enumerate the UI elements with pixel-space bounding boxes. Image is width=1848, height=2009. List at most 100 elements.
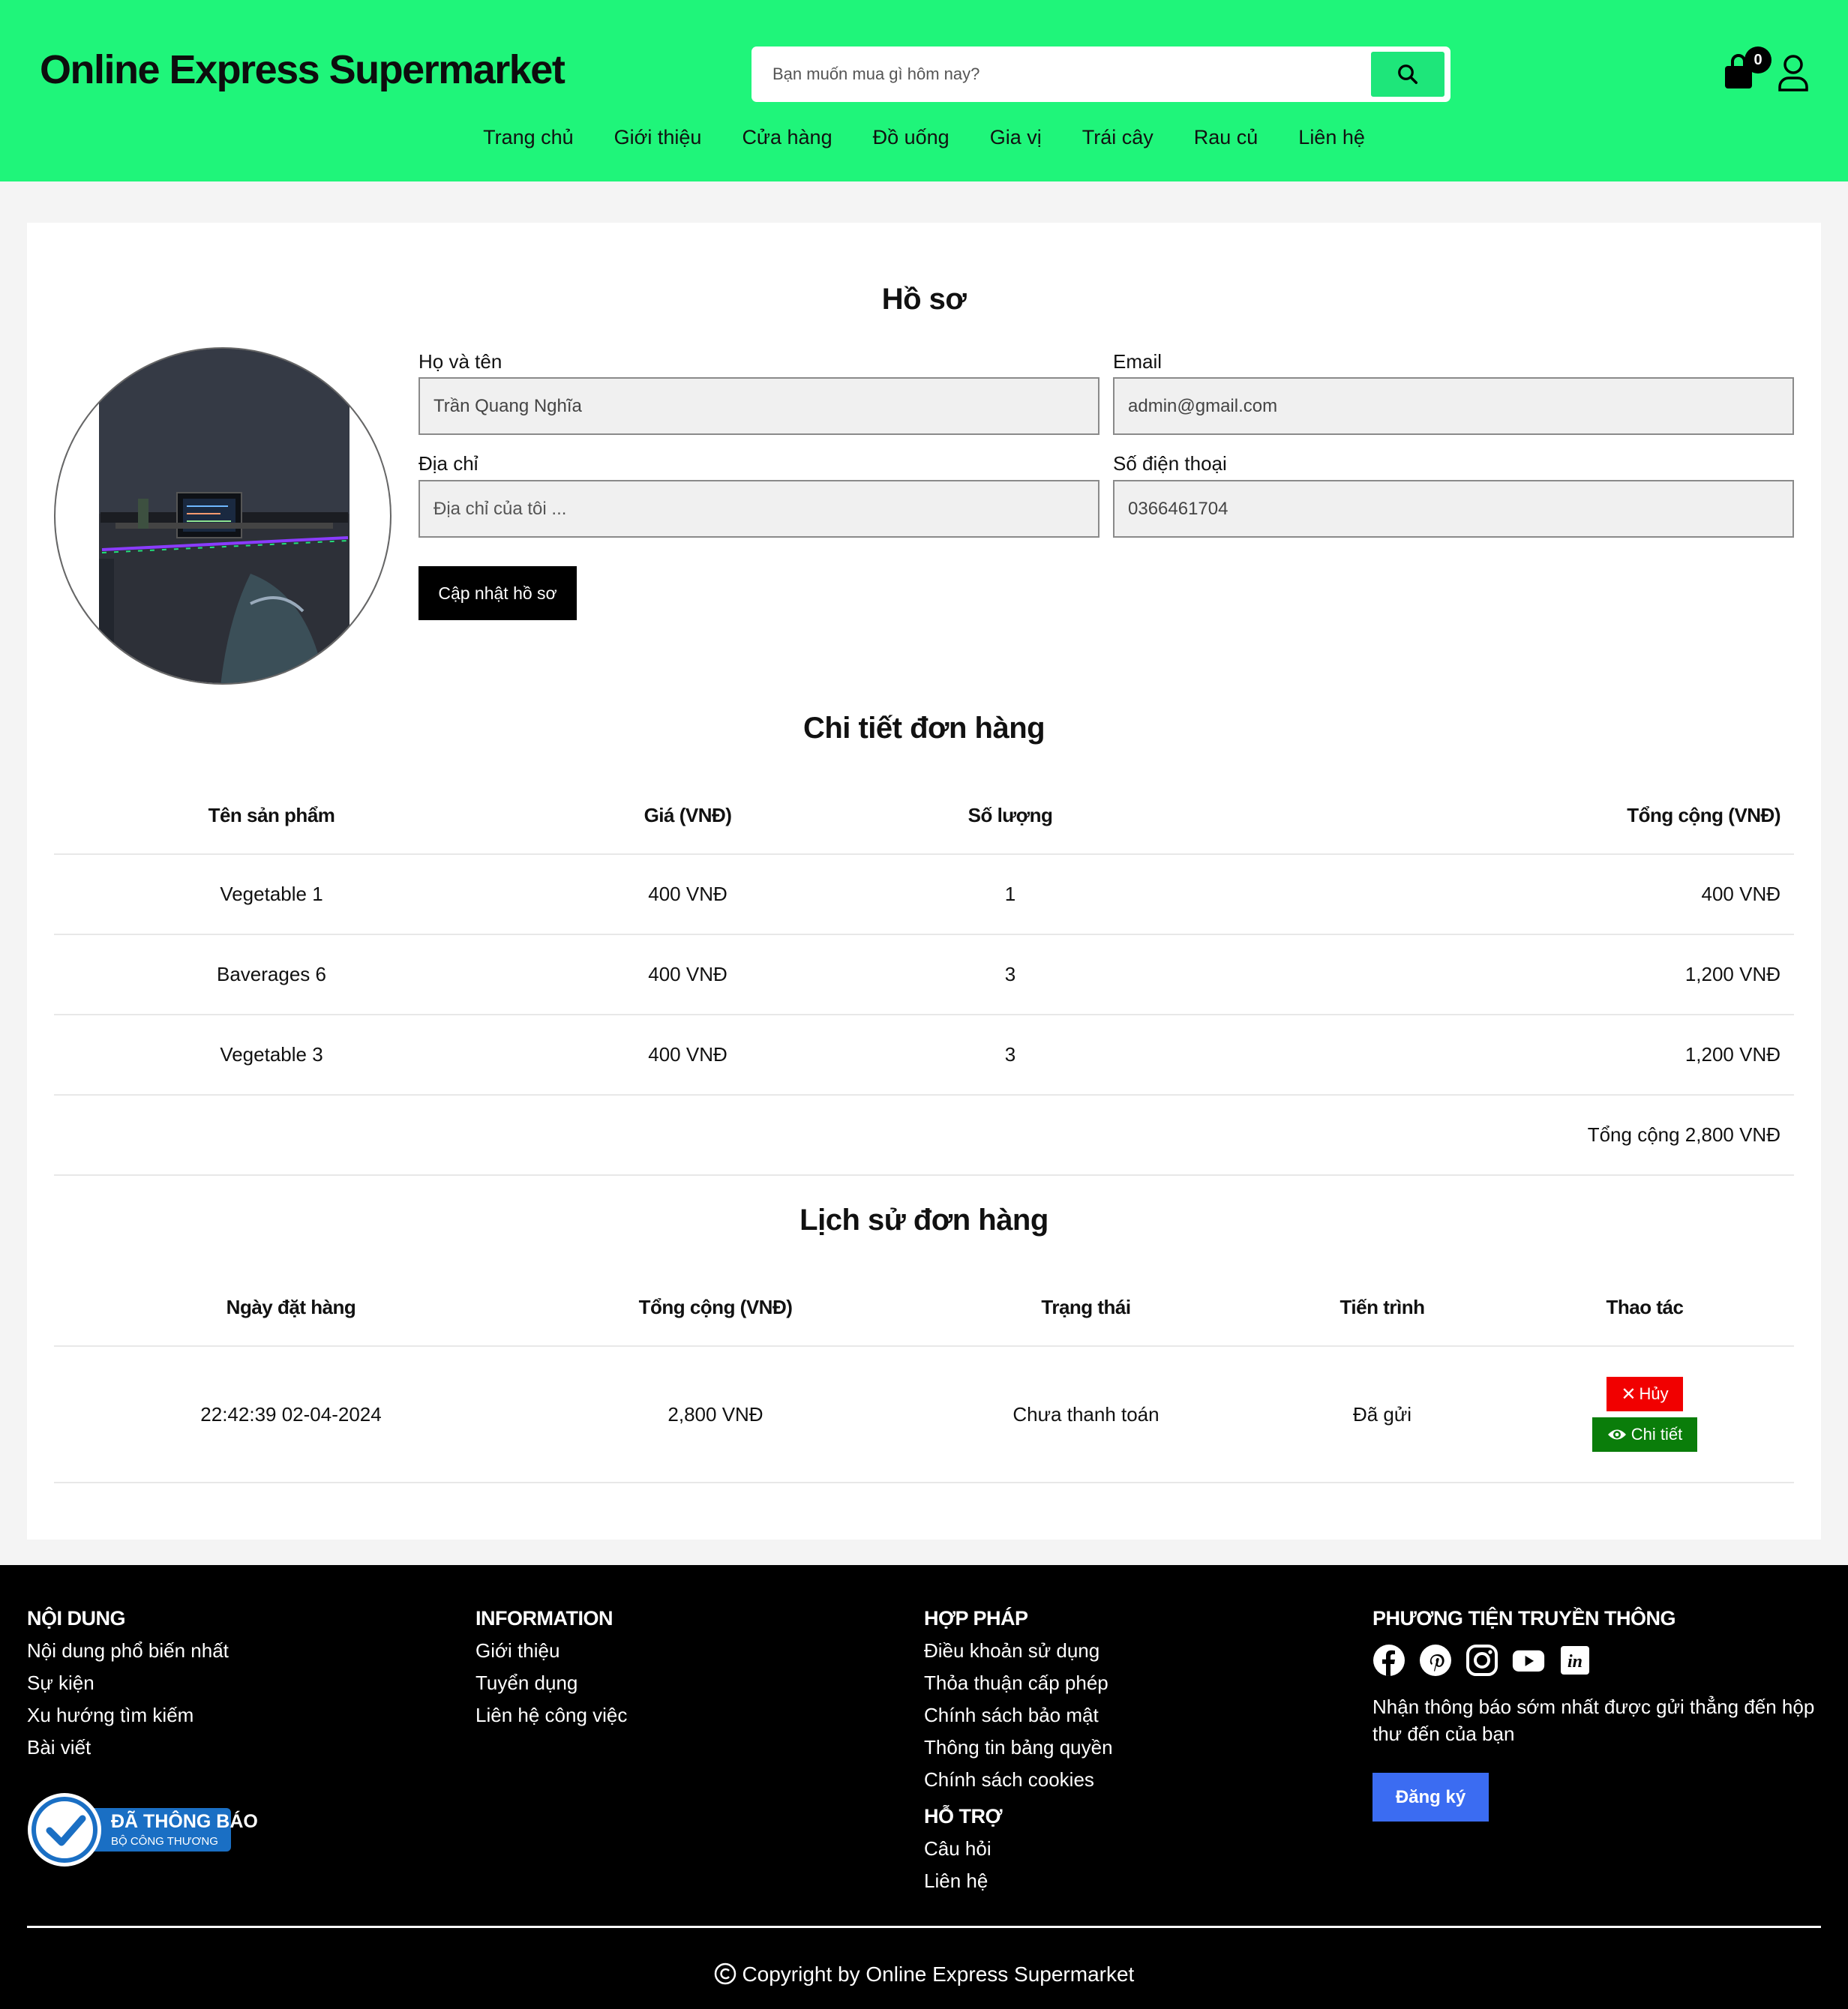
col-price: Giá (VNĐ) <box>489 778 886 855</box>
order-actions: ✕ Hủy Chi tiết <box>1496 1346 1794 1483</box>
footer-link[interactable]: Thỏa thuận cấp phép <box>924 1667 1113 1699</box>
col-product-name: Tên sản phẩm <box>54 778 489 855</box>
search-icon <box>1398 64 1418 84</box>
product-qty: 3 <box>886 934 1134 1015</box>
nav-cua-hang[interactable]: Cửa hàng <box>722 126 852 149</box>
footer-link[interactable]: Tuyển dụng <box>476 1667 627 1699</box>
product-name: Vegetable 1 <box>54 854 489 935</box>
footer-link[interactable]: Điều khoản sử dụng <box>924 1635 1113 1667</box>
product-qty: 1 <box>886 854 1134 935</box>
product-price: 400 VNĐ <box>489 854 886 935</box>
footer-link[interactable]: Nội dung phổ biến nhất <box>27 1635 229 1667</box>
footer-link[interactable]: Chính sách cookies <box>924 1764 1113 1796</box>
footer-link[interactable]: Liên hệ công việc <box>476 1699 627 1732</box>
footer-link[interactable]: Giới thiệu <box>476 1635 627 1667</box>
search-input[interactable] <box>752 46 1366 102</box>
order-history-title: Lịch sử đơn hàng <box>800 1204 1048 1237</box>
nav-lien-he[interactable]: Liên hệ <box>1278 126 1385 149</box>
product-total: 1,200 VNĐ <box>1134 934 1794 1015</box>
bo-cong-thuong-badge[interactable]: ĐÃ THÔNG BÁO BỘ CÔNG THƯƠNG <box>27 1792 258 1867</box>
footer-heading-legal: HỢP PHÁP <box>924 1607 1028 1630</box>
linkedin-icon[interactable]: in <box>1558 1644 1592 1677</box>
nav-rau-cu[interactable]: Rau củ <box>1174 126 1279 149</box>
grand-total-row: Tổng cộng 2,800 VNĐ <box>54 1095 1794 1176</box>
order-total: 2,800 VNĐ <box>528 1346 903 1483</box>
site-footer: NỘI DUNG Nội dung phổ biến nhất Sự kiện … <box>0 1565 1848 2009</box>
footer-link[interactable]: Bài viết <box>27 1732 229 1764</box>
product-total: 400 VNĐ <box>1134 854 1794 935</box>
phone-field[interactable] <box>1113 480 1794 538</box>
footer-col-information: INFORMATION Giới thiệu Tuyển dụng Liên h… <box>476 1607 627 1732</box>
svg-text:in: in <box>1568 1652 1582 1672</box>
footer-link[interactable]: Sự kiện <box>27 1667 229 1699</box>
nav-gioi-thieu[interactable]: Giới thiệu <box>594 126 722 149</box>
copyright: Copyright by Online Express Supermarket <box>0 1963 1848 1987</box>
address-field[interactable] <box>418 480 1100 538</box>
order-date: 22:42:39 02-04-2024 <box>54 1346 528 1483</box>
order-detail-title: Chi tiết đơn hàng <box>802 712 1046 745</box>
order-progress: Đã gửi <box>1269 1346 1496 1483</box>
product-name: Vegetable 3 <box>54 1015 489 1096</box>
newsletter-text: Nhận thông báo sớm nhất được gửi thẳng đ… <box>1372 1696 1815 1745</box>
avatar-photo <box>56 349 390 683</box>
footer-link[interactable]: Chính sách bảo mật <box>924 1699 1113 1732</box>
order-status: Chưa thanh toán <box>903 1346 1269 1483</box>
footer-link[interactable]: Xu hướng tìm kiếm <box>27 1699 229 1732</box>
footer-link[interactable]: Câu hỏi <box>924 1833 1113 1865</box>
col-order-total: Tổng cộng (VNĐ) <box>528 1270 903 1347</box>
copyright-icon <box>714 1963 736 1985</box>
facebook-icon[interactable] <box>1372 1644 1406 1677</box>
eye-icon <box>1607 1429 1626 1440</box>
brand-logo[interactable]: Online Express Supermarket <box>40 46 566 93</box>
pinterest-icon[interactable] <box>1419 1644 1452 1677</box>
cancel-order-button[interactable]: ✕ Hủy <box>1606 1377 1683 1411</box>
footer-link[interactable]: Thông tin bảng quyền <box>924 1732 1113 1764</box>
col-order-date: Ngày đặt hàng <box>54 1270 528 1347</box>
footer-divider <box>27 1926 1821 1928</box>
table-row: 22:42:39 02-04-2024 2,800 VNĐ Chưa thanh… <box>54 1346 1794 1483</box>
nav-do-uong[interactable]: Đồ uống <box>853 126 970 149</box>
email-field[interactable] <box>1113 377 1794 435</box>
fullname-label: Họ và tên <box>418 350 502 373</box>
order-detail-button[interactable]: Chi tiết <box>1592 1417 1697 1452</box>
detail-label: Chi tiết <box>1630 1425 1683 1444</box>
footer-col-content: NỘI DUNG Nội dung phổ biến nhất Sự kiện … <box>27 1607 229 1764</box>
nav-trang-chu[interactable]: Trang chủ <box>463 126 594 149</box>
col-status: Trạng thái <box>903 1270 1269 1347</box>
order-detail-table: Tên sản phẩm Giá (VNĐ) Số lượng Tổng cộn… <box>54 778 1794 1176</box>
close-icon: ✕ <box>1621 1384 1636 1405</box>
instagram-icon[interactable] <box>1466 1644 1498 1677</box>
phone-label: Số điện thoại <box>1113 452 1227 475</box>
order-history-header-row: Ngày đặt hàng Tổng cộng (VNĐ) Trạng thái… <box>54 1270 1794 1347</box>
profile-card: Hồ sơ Họ và tên Email Địa chỉ Số điện th… <box>27 223 1821 1540</box>
avatar[interactable] <box>54 347 392 685</box>
update-profile-button[interactable]: Cập nhật hồ sơ <box>418 566 577 620</box>
product-name: Baverages 6 <box>54 934 489 1015</box>
address-label: Địa chỉ <box>418 452 478 475</box>
order-detail-header-row: Tên sản phẩm Giá (VNĐ) Số lượng Tổng cộn… <box>54 778 1794 855</box>
product-price: 400 VNĐ <box>489 1015 886 1096</box>
col-quantity: Số lượng <box>886 778 1134 855</box>
search-bar <box>752 46 1450 102</box>
product-price: 400 VNĐ <box>489 934 886 1015</box>
footer-link[interactable]: Liên hệ <box>924 1865 1113 1897</box>
youtube-icon[interactable] <box>1512 1644 1545 1677</box>
nav-trai-cay[interactable]: Trái cây <box>1062 126 1174 149</box>
social-icons: in <box>1372 1644 1822 1677</box>
col-progress: Tiến trình <box>1269 1270 1496 1347</box>
search-button[interactable] <box>1371 52 1444 97</box>
nav-gia-vi[interactable]: Gia vị <box>970 126 1062 149</box>
order-history-table: Ngày đặt hàng Tổng cộng (VNĐ) Trạng thái… <box>54 1270 1794 1483</box>
table-row: Vegetable 3 400 VNĐ 3 1,200 VNĐ <box>54 1015 1794 1096</box>
subscribe-button[interactable]: Đăng ký <box>1372 1773 1489 1822</box>
product-total: 1,200 VNĐ <box>1134 1015 1794 1096</box>
email-label: Email <box>1113 350 1162 373</box>
user-icon[interactable] <box>1778 54 1809 91</box>
copyright-text: Copyright by Online Express Supermarket <box>742 1963 1135 1986</box>
footer-heading-media: PHƯƠNG TIỆN TRUYỀN THÔNG <box>1372 1607 1676 1630</box>
footer-col-media: PHƯƠNG TIỆN TRUYỀN THÔNG in Nhận thông b… <box>1372 1607 1822 1822</box>
footer-heading-information: INFORMATION <box>476 1607 613 1630</box>
col-total: Tổng cộng (VNĐ) <box>1134 778 1794 855</box>
main-nav: Trang chủ Giới thiệu Cửa hàng Đồ uống Gi… <box>0 126 1848 149</box>
fullname-field[interactable] <box>418 377 1100 435</box>
